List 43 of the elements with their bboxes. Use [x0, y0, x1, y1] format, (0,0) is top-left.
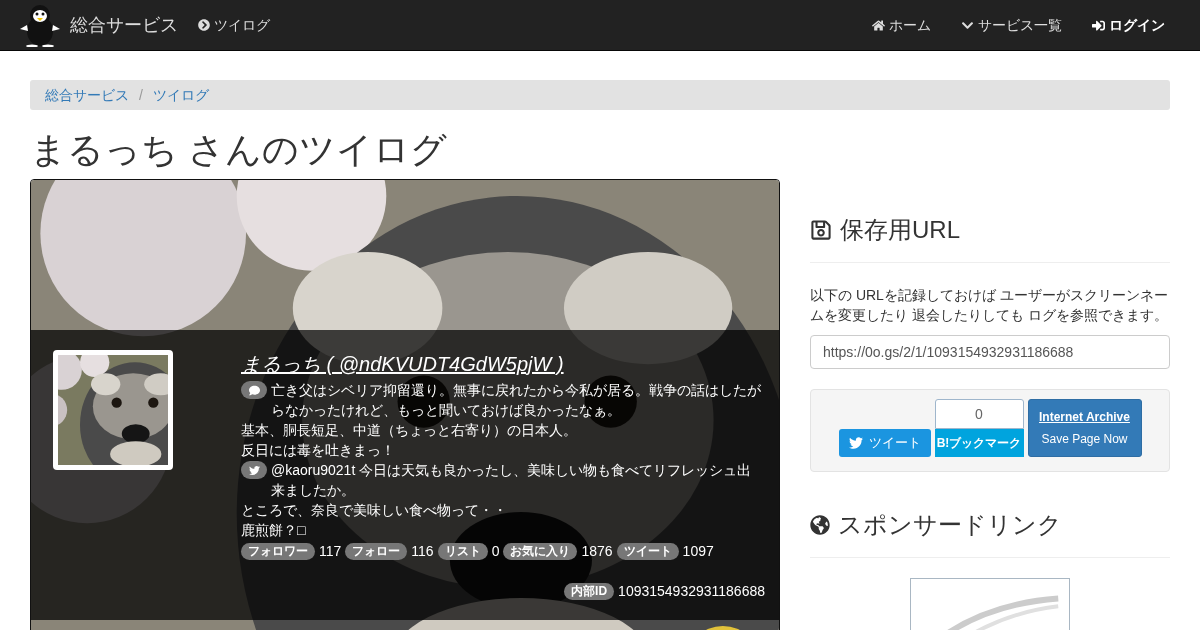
breadcrumb-separator: /	[138, 85, 144, 105]
tweet-text: 鹿煎餅？□	[241, 521, 306, 540]
bio-text: 基本、胴長短足、中道（ちょっと右寄り）の日本人。	[241, 421, 577, 440]
internal-id: 1093154932931186688	[618, 582, 765, 601]
sign-in-icon	[1092, 18, 1105, 32]
stat-value: 117	[319, 542, 342, 561]
stat-label: フォロワー	[241, 542, 315, 560]
speech-bubble-icon	[248, 384, 260, 396]
stat-value: 1097	[682, 542, 714, 561]
tweet-text: @kaoru9021t 今日は天気も良かったし、美味しい物も食べてリフレッシュ出来ましたか。	[271, 461, 753, 500]
stat-value: 0	[491, 542, 500, 561]
globe-icon	[810, 515, 830, 535]
heading-text: スポンサードリンク	[838, 510, 1062, 540]
url-field[interactable]: https://0o.gs/2/1/1093154932931186688	[810, 335, 1170, 369]
stat-label: ツイート	[616, 542, 679, 560]
bio-text: 反日には毒を吐きまっ！	[241, 441, 395, 460]
stat-label: フォロー	[345, 542, 408, 560]
profile-name-link[interactable]: まるっち ( @ndKVUDT4GdW5pjW )	[241, 350, 765, 378]
stat-value: 116	[411, 542, 434, 561]
bookmark-count: 0	[934, 399, 1024, 429]
save-url-description: 以下の URLを記録しておけば ユーザーがスクリーンネームを変更したり 退会したりしても ログを参照できます。	[810, 286, 1169, 325]
page-title: まるっち さんのツイログ	[30, 130, 448, 170]
archive-title: Internet Archive	[1039, 409, 1130, 426]
archive-button[interactable]: Internet Archive Save Page Now	[1027, 399, 1142, 457]
stat-label: お気に入り	[503, 542, 578, 560]
breadcrumb-link[interactable]: 総合サービス	[45, 84, 129, 106]
bird-icon	[848, 436, 863, 450]
tweet-text: ところで、奈良で美味しい食べ物って・・	[241, 501, 507, 520]
stat-label: リスト	[437, 542, 488, 560]
breadcrumb-link[interactable]: ツイログ	[152, 84, 209, 106]
penguin-logo[interactable]	[20, 3, 60, 47]
section-link[interactable]: ツイログ	[198, 14, 270, 36]
archive-action: Save Page Now	[1041, 431, 1128, 448]
home-icon	[872, 18, 885, 32]
nav-link[interactable]: ログイン	[1077, 14, 1180, 36]
nav-link[interactable]: サービス一覧	[946, 14, 1077, 36]
bio-text: 亡き父はシベリア抑留還り。無事に戻れたから今私が居る。戦争の話はしたがらなかったけれど、もっと聞いておけば良かったなぁ。	[271, 381, 762, 420]
nav-link[interactable]: ホーム	[857, 14, 946, 36]
brand-link[interactable]: 総合サービス	[70, 11, 178, 39]
stat-value: 1876	[581, 542, 613, 561]
heading-text: 保存用URL	[840, 215, 960, 245]
bird-icon	[248, 464, 260, 476]
id-label: 内部ID	[564, 582, 615, 600]
